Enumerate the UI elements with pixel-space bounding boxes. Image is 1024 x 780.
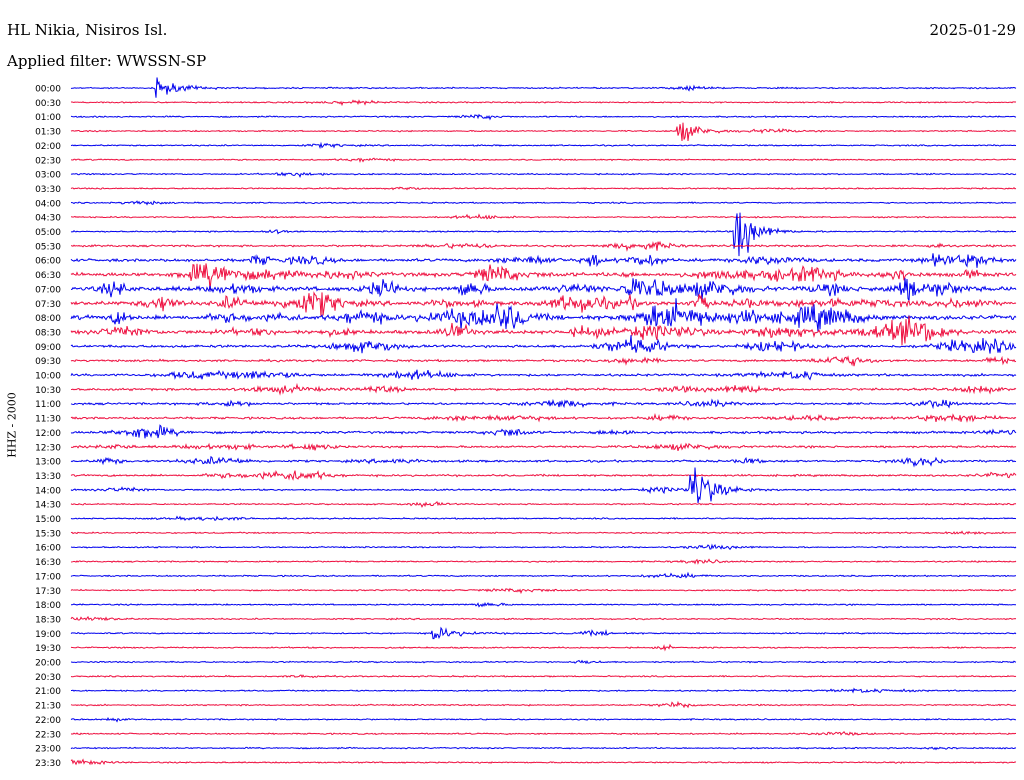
row-time-label: 18:30	[35, 615, 61, 625]
seismic-trace	[71, 687, 1017, 694]
row-time-label: 13:00	[35, 458, 61, 468]
row-time-label: 01:30	[35, 128, 61, 138]
row-time-label: 10:30	[35, 386, 61, 396]
seismic-trace	[70, 626, 1017, 640]
seismic-trace	[70, 469, 1017, 481]
row-time-label: 12:30	[35, 443, 61, 453]
row-time-label: 12:00	[35, 429, 61, 439]
row-time-label: 11:00	[35, 400, 61, 410]
seismic-trace	[70, 558, 1017, 565]
seismic-trace	[70, 200, 1017, 206]
row-time-label: 01:00	[35, 113, 61, 123]
seismic-trace	[70, 213, 1017, 220]
seismic-trace	[70, 587, 1017, 595]
row-time-label: 11:30	[35, 415, 61, 425]
row-time-label: 10:00	[35, 372, 61, 382]
seismic-trace	[70, 171, 1017, 179]
row-time-label: 13:30	[35, 472, 61, 482]
row-time-label: 17:30	[35, 587, 61, 597]
row-time-label: 00:30	[35, 99, 61, 109]
helicorder-plot: 00:00 00:30 01:00 01:30 02:00 02:30 03:00 03:30…	[35, 77, 1017, 769]
row-time-label: 06:00	[35, 257, 61, 267]
row-time-label: 05:00	[35, 228, 61, 238]
seismic-trace	[70, 398, 1017, 410]
row-time-label: 04:00	[35, 199, 61, 209]
row-time-label: 22:30	[35, 730, 61, 740]
seismic-trace	[70, 355, 1017, 367]
seismic-trace	[70, 643, 1017, 652]
seismic-trace	[70, 77, 1017, 98]
row-time-label: 23:00	[35, 745, 61, 755]
row-time-label: 18:00	[35, 601, 61, 611]
row-time-label: 21:00	[35, 687, 61, 697]
seismic-trace	[71, 602, 1016, 608]
seismic-trace	[70, 335, 1017, 354]
row-time-label: 23:30	[35, 759, 61, 769]
row-time-label: 05:30	[35, 242, 61, 252]
row-time-label: 09:00	[35, 343, 61, 353]
seismic-trace	[70, 413, 1017, 423]
seismic-trace	[71, 240, 1017, 252]
seismic-trace	[70, 700, 1016, 709]
row-time-label: 19:30	[35, 644, 61, 654]
seismic-trace	[71, 157, 1017, 164]
seismic-trace	[71, 278, 1017, 301]
row-time-label: 14:30	[35, 501, 61, 511]
seismic-trace	[70, 122, 1017, 142]
seismic-trace	[70, 369, 1017, 381]
row-time-label: 04:30	[35, 214, 61, 224]
row-time-label: 07:00	[35, 285, 61, 295]
seismic-trace	[70, 291, 1017, 317]
seismic-trace	[70, 455, 1017, 468]
row-time-label: 16:00	[35, 544, 61, 554]
seismic-trace	[70, 424, 1017, 439]
seismic-trace	[70, 716, 1017, 723]
row-time-label: 20:00	[35, 659, 61, 669]
seismic-trace	[70, 113, 1017, 121]
row-time-label: 15:00	[35, 515, 61, 525]
seismic-trace	[70, 315, 1017, 346]
row-time-label: 02:30	[35, 156, 61, 166]
seismic-trace	[70, 530, 1017, 535]
row-time-label: 07:30	[35, 300, 61, 310]
seismic-trace	[70, 571, 1016, 579]
row-time-label: 02:00	[35, 142, 61, 152]
seismic-trace	[70, 442, 1017, 452]
row-time-label: 08:30	[35, 328, 61, 338]
seismic-trace	[70, 515, 1017, 522]
seismic-trace	[70, 659, 1017, 665]
row-time-label: 14:00	[35, 486, 61, 496]
row-time-label: 19:00	[35, 630, 61, 640]
row-time-label: 06:30	[35, 271, 61, 281]
seismic-trace	[70, 263, 1017, 290]
seismic-trace	[70, 615, 1017, 622]
seismic-trace	[70, 746, 1017, 751]
seismic-trace	[70, 731, 1017, 736]
row-time-label: 17:00	[35, 572, 61, 582]
seismic-trace	[70, 212, 1016, 257]
seismic-trace	[70, 253, 1017, 268]
row-time-label: 03:30	[35, 185, 61, 195]
seismic-trace	[70, 543, 1017, 551]
seismic-trace	[70, 467, 1017, 504]
seismic-trace	[70, 99, 1017, 107]
row-time-label: 16:30	[35, 558, 61, 568]
seismic-trace	[70, 674, 1017, 679]
row-time-label: 22:00	[35, 716, 61, 726]
seismic-trace	[70, 758, 1017, 766]
row-time-label: 15:30	[35, 529, 61, 539]
seismic-trace	[70, 186, 1017, 191]
seismic-trace	[70, 382, 1017, 396]
row-time-label: 21:30	[35, 702, 61, 712]
seismic-trace	[70, 501, 1017, 508]
row-time-label: 00:00	[35, 85, 61, 95]
seismic-trace	[70, 141, 1017, 150]
row-time-label: 08:00	[35, 314, 61, 324]
row-time-label: 20:30	[35, 673, 61, 683]
row-time-label: 03:00	[35, 171, 61, 181]
row-time-label: 09:30	[35, 357, 61, 367]
